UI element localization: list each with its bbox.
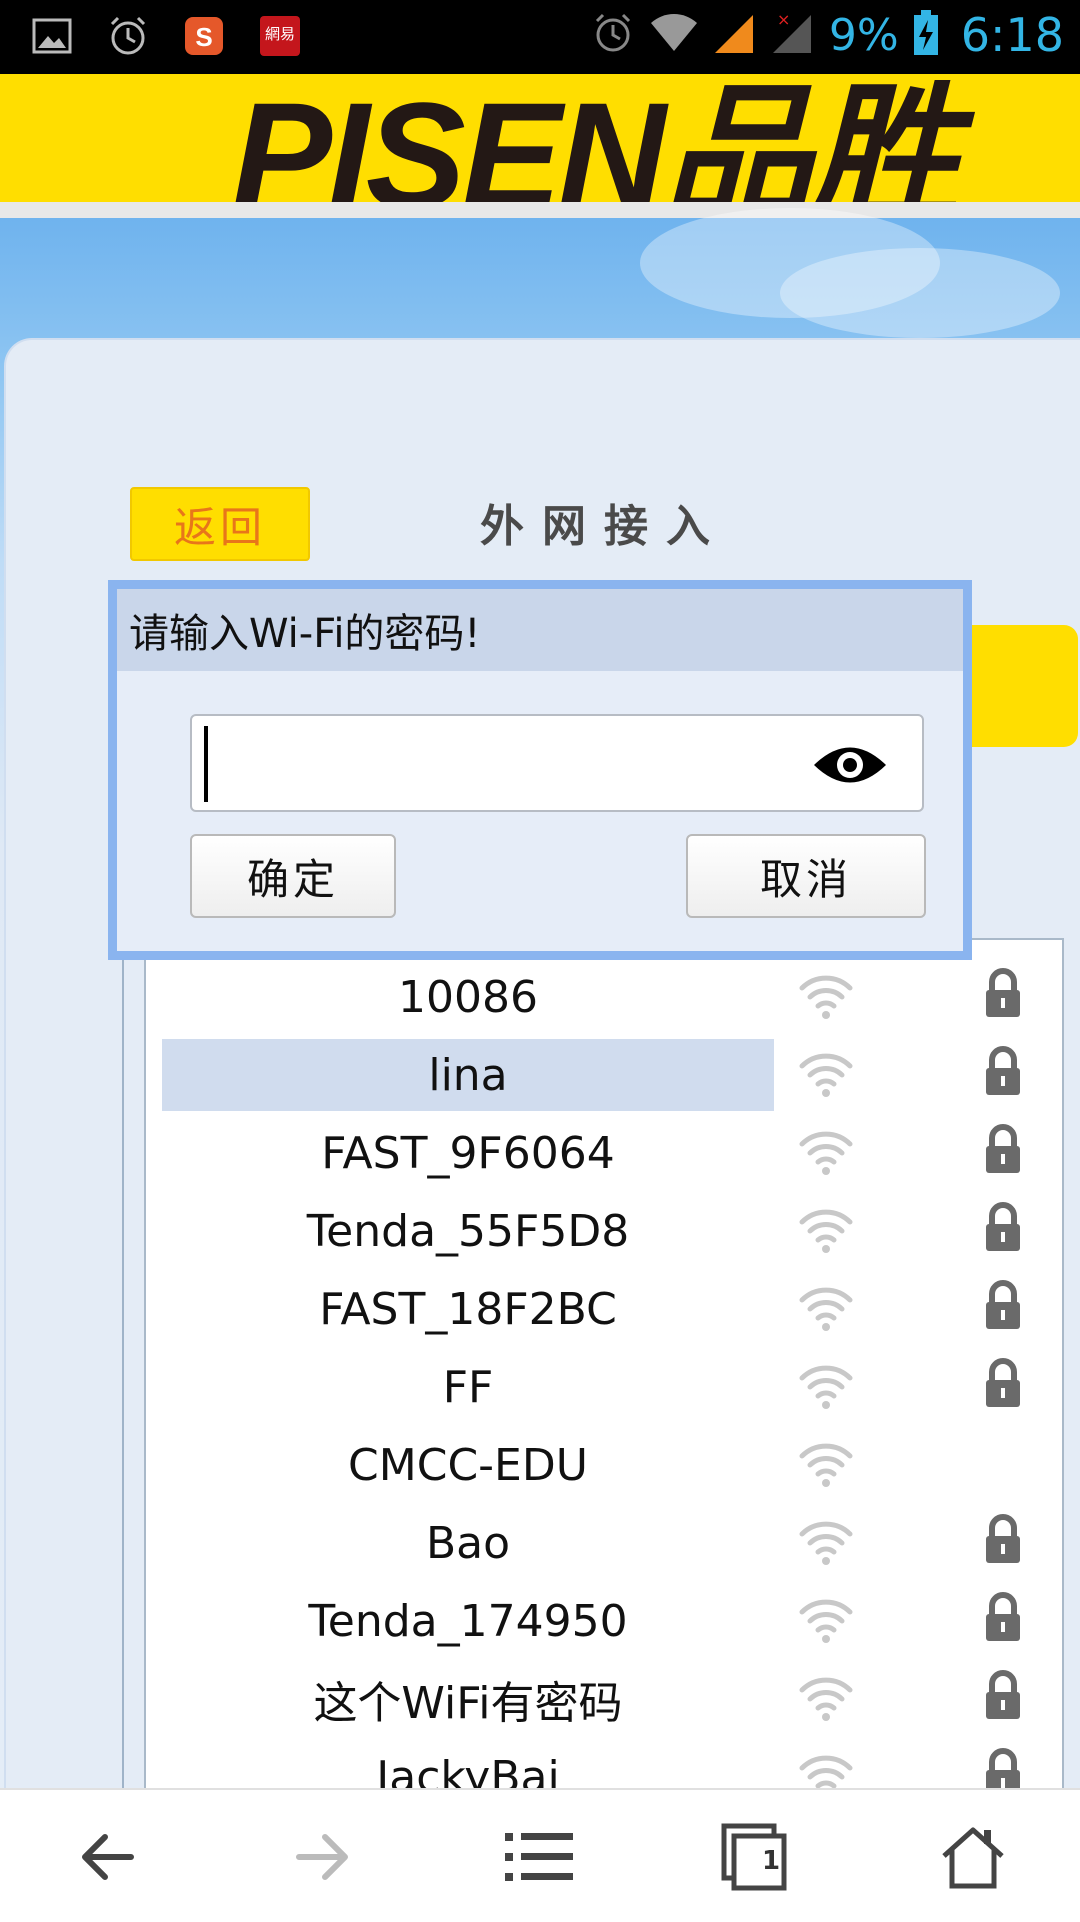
sogou-icon: S — [180, 12, 228, 60]
lock-icon — [984, 1670, 1022, 1720]
forward-icon[interactable] — [268, 1812, 378, 1902]
password-input[interactable] — [190, 714, 924, 812]
lock-icon — [984, 968, 1022, 1018]
lock-icon — [984, 1124, 1022, 1174]
tabs-icon[interactable]: 1 — [700, 1812, 810, 1902]
text-caret — [204, 726, 208, 802]
back-button[interactable]: 返回 — [130, 487, 310, 561]
lock-icon — [984, 1514, 1022, 1564]
wifi-list[interactable]: 10086 lina FAST_9F6064 Tenda_55F5D8 FAST_18F… — [144, 938, 1064, 1803]
wifi-network-name: Tenda_55F5D8 — [306, 1205, 630, 1257]
wifi-network-name: FAST_18F2BC — [319, 1283, 617, 1335]
menu-icon[interactable] — [485, 1812, 595, 1902]
lock-icon — [984, 1358, 1022, 1408]
wifi-strength-icon — [796, 1514, 856, 1570]
wifi-list-item[interactable]: CMCC-EDU — [146, 1426, 1062, 1504]
cancel-button[interactable]: 取消 — [686, 834, 926, 918]
wifi-network-name: FAST_9F6064 — [321, 1127, 615, 1179]
password-dialog: 请输入Wi-Fi的密码! 确定 取消 — [108, 580, 972, 960]
tab-count: 1 — [762, 1846, 781, 1876]
ok-button[interactable]: 确定 — [190, 834, 396, 918]
wifi-network-name: lina — [162, 1039, 774, 1111]
dialog-title: 请输入Wi-Fi的密码! — [117, 589, 963, 671]
netease-icon: 網易 — [256, 12, 304, 60]
header-divider — [0, 202, 1080, 218]
wifi-strength-icon — [796, 1280, 856, 1336]
wifi-list-item[interactable]: Tenda_55F5D8 — [146, 1192, 1062, 1270]
wifi-network-name: Tenda_174950 — [308, 1595, 628, 1647]
show-password-eye-icon[interactable] — [812, 738, 888, 792]
cell-signal-icon — [713, 11, 757, 59]
home-icon[interactable] — [918, 1812, 1028, 1902]
brand-header: PISEN品胜 — [0, 74, 1080, 202]
back-icon[interactable] — [52, 1812, 162, 1902]
browser-toolbar: 1 — [0, 1788, 1080, 1922]
wifi-network-name: 这个WiFi有密码 — [313, 1678, 623, 1729]
wifi-strength-icon — [796, 1592, 856, 1648]
lock-icon — [984, 1280, 1022, 1330]
netease-label: 網易 — [264, 24, 295, 43]
wifi-list-item[interactable]: Bao — [146, 1504, 1062, 1582]
lock-icon — [984, 1046, 1022, 1096]
battery-charging-icon — [913, 10, 939, 60]
battery-percent: 9% — [828, 9, 899, 61]
wifi-strength-icon — [796, 968, 856, 1024]
lock-icon — [984, 1202, 1022, 1252]
wifi-signal-icon — [649, 11, 699, 59]
wifi-strength-icon — [796, 1670, 856, 1726]
lock-icon — [984, 1592, 1022, 1642]
wifi-strength-icon — [796, 1436, 856, 1492]
wifi-strength-icon — [796, 1046, 856, 1102]
wifi-network-name: 10086 — [398, 971, 538, 1023]
wifi-list-item[interactable]: 这个WiFi有密码 — [146, 1660, 1062, 1738]
svg-text:S: S — [195, 22, 212, 52]
page-title: 外网接入 — [480, 501, 728, 552]
wifi-list-item[interactable]: Tenda_174950 — [146, 1582, 1062, 1660]
wifi-list-item[interactable]: FAST_18F2BC — [146, 1270, 1062, 1348]
wifi-network-name: CMCC-EDU — [348, 1439, 588, 1491]
wifi-list-item[interactable]: lina — [146, 1036, 1062, 1114]
brand-logo: PISEN品胜 — [232, 74, 958, 202]
wifi-network-name: FF — [442, 1361, 494, 1413]
alarm-icon — [591, 11, 635, 59]
clock: 6:18 — [960, 8, 1064, 62]
status-bar: S 網易 × 9% 6:18 — [0, 0, 1080, 74]
wifi-list-item[interactable]: FF — [146, 1348, 1062, 1426]
cell-signal-2-icon: × — [771, 10, 815, 59]
wifi-list-item[interactable]: FAST_9F6064 — [146, 1114, 1062, 1192]
wifi-network-name: Bao — [425, 1517, 511, 1569]
alarm-icon — [104, 12, 152, 60]
wifi-list-item[interactable]: 10086 — [146, 958, 1062, 1036]
wifi-strength-icon — [796, 1124, 856, 1180]
wifi-strength-icon — [796, 1202, 856, 1258]
wifi-strength-icon — [796, 1358, 856, 1414]
action-button-edge[interactable] — [960, 625, 1078, 747]
gallery-icon — [28, 12, 76, 60]
svg-text:×: × — [777, 11, 790, 29]
